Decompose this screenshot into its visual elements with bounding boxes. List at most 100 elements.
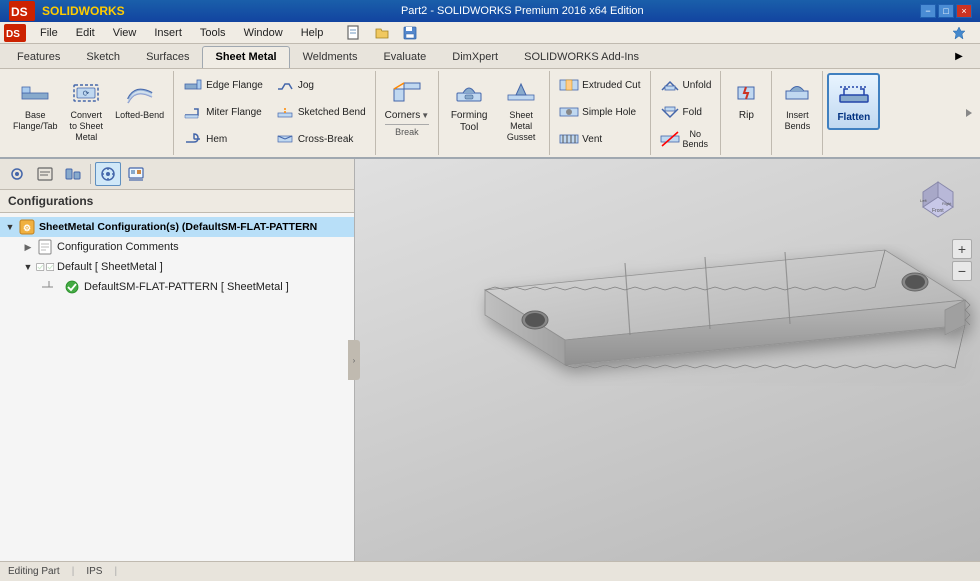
cross-break-button[interactable]: Cross-Break bbox=[270, 127, 371, 153]
menu-file[interactable]: File bbox=[32, 25, 66, 41]
panel-divider bbox=[90, 164, 91, 184]
zoom-out-button[interactable]: − bbox=[952, 261, 972, 281]
flat-pattern-item[interactable]: DefaultSM-FLAT-PATTERN [ SheetMetal ] bbox=[0, 277, 354, 297]
3d-model-view bbox=[355, 159, 980, 561]
default-config-item[interactable]: ▼ Default [ SheetMetal ] bbox=[0, 257, 354, 277]
title-bar: DS SOLIDWORKS Part2 - SOLIDWORKS Premium… bbox=[0, 0, 980, 22]
simple-hole-label: Simple Hole bbox=[582, 107, 636, 119]
sheet-metal-gusset-button[interactable]: SheetMetalGusset bbox=[497, 73, 545, 146]
ribbon-group-cuts-items: Extruded Cut Simple Hole Vent bbox=[554, 73, 645, 153]
insert-bends-button[interactable]: InsertBends bbox=[776, 73, 818, 136]
display-manager-button[interactable] bbox=[123, 162, 149, 186]
forming-tool-button[interactable]: FormingTool bbox=[443, 73, 495, 138]
open-button[interactable] bbox=[369, 21, 395, 45]
forming-tool-label: FormingTool bbox=[451, 110, 488, 134]
menu-window[interactable]: Window bbox=[236, 25, 291, 41]
flatten-icon bbox=[838, 79, 870, 111]
tab-sheetmetal[interactable]: Sheet Metal bbox=[202, 46, 289, 68]
unfold-label: Unfold bbox=[683, 80, 712, 92]
miter-flange-button[interactable]: Miter Flange bbox=[178, 100, 268, 126]
configurations-title: Configurations bbox=[8, 194, 93, 208]
panel-collapse-handle[interactable]: › bbox=[348, 340, 360, 380]
flatten-label: Flatten bbox=[837, 112, 870, 124]
svg-text:Left: Left bbox=[920, 198, 928, 203]
zoom-in-button[interactable]: + bbox=[952, 239, 972, 259]
default-config-arrow[interactable]: ▼ bbox=[20, 262, 36, 272]
unfold-button[interactable]: Unfold bbox=[655, 73, 717, 99]
flat-pattern-label: DefaultSM-FLAT-PATTERN [ SheetMetal ] bbox=[84, 281, 350, 293]
tab-dimxpert[interactable]: DimXpert bbox=[439, 46, 511, 68]
view-cube[interactable]: Front Left Right bbox=[908, 167, 968, 227]
minimize-button[interactable]: − bbox=[920, 4, 936, 18]
menu-insert[interactable]: Insert bbox=[146, 25, 190, 41]
jog-button[interactable]: Jog bbox=[270, 73, 371, 99]
menu-help[interactable]: Help bbox=[293, 25, 332, 41]
lofted-bend-label: Lofted-Bend bbox=[115, 110, 164, 121]
edge-flange-button[interactable]: Edge Flange bbox=[178, 73, 268, 99]
corners-dropdown-arrow[interactable]: ▼ bbox=[421, 111, 429, 121]
motion-manager-button[interactable] bbox=[4, 162, 30, 186]
svg-text:Front: Front bbox=[932, 208, 944, 214]
maximize-button[interactable]: □ bbox=[938, 4, 954, 18]
fold-button[interactable]: Fold bbox=[655, 100, 717, 126]
sw-logo-title: DS SOLIDWORKS bbox=[8, 0, 125, 22]
menu-bar: DS File Edit View Insert Tools Window He… bbox=[0, 22, 980, 44]
tab-features[interactable]: Features bbox=[4, 46, 73, 68]
hem-button[interactable]: Hem bbox=[178, 127, 268, 153]
tab-evaluate[interactable]: Evaluate bbox=[370, 46, 439, 68]
menu-tools[interactable]: Tools bbox=[192, 25, 234, 41]
extruded-cut-button[interactable]: Extruded Cut bbox=[554, 73, 645, 99]
save-button[interactable] bbox=[397, 21, 423, 45]
break-button[interactable]: Break bbox=[385, 124, 430, 138]
status-units: IPS bbox=[86, 566, 102, 577]
ribbon-group-main-items: BaseFlange/Tab ⟳ Convertto SheetMetal Lo… bbox=[8, 73, 169, 153]
ribbon-group-main: BaseFlange/Tab ⟳ Convertto SheetMetal Lo… bbox=[4, 71, 174, 155]
property-manager-button[interactable] bbox=[32, 162, 58, 186]
rip-button[interactable]: Rip bbox=[725, 73, 767, 126]
simple-hole-icon bbox=[559, 103, 579, 123]
jog-label: Jog bbox=[298, 80, 314, 92]
config-comments-item[interactable]: ▶ Configuration Comments bbox=[0, 237, 354, 257]
config-tree: ▼ ⚙ SheetMetal Configuration(s) (Default… bbox=[0, 213, 354, 561]
lofted-bend-button[interactable]: Lofted-Bend bbox=[110, 73, 169, 125]
ribbon-group-corners-items: Corners ▼ Break bbox=[380, 73, 435, 153]
pin-button[interactable] bbox=[946, 21, 972, 45]
sketched-bend-button[interactable]: Sketched Bend bbox=[270, 100, 371, 126]
vent-button[interactable]: Vent bbox=[554, 127, 645, 153]
config-manager-button[interactable] bbox=[60, 162, 86, 186]
root-expand-arrow[interactable]: ▼ bbox=[2, 222, 18, 232]
tab-weldments[interactable]: Weldments bbox=[290, 46, 371, 68]
cuts-col: Extruded Cut Simple Hole Vent bbox=[554, 73, 645, 153]
forming-tool-icon bbox=[453, 77, 485, 109]
title-text: Part2 - SOLIDWORKS Premium 2016 x64 Edit… bbox=[125, 5, 920, 17]
feature-manager-button[interactable] bbox=[95, 162, 121, 186]
ribbon-arrow-right[interactable]: ▶ bbox=[946, 44, 972, 68]
ribbon-group-corners: Corners ▼ Break bbox=[376, 71, 440, 155]
status-separator2: | bbox=[114, 566, 117, 577]
base-flange-button[interactable]: BaseFlange/Tab bbox=[8, 73, 63, 136]
ribbon-right-arrow[interactable] bbox=[964, 71, 976, 155]
extruded-cut-label: Extruded Cut bbox=[582, 80, 640, 92]
menu-view[interactable]: View bbox=[105, 25, 145, 41]
viewport[interactable]: Front Left Right + − bbox=[355, 159, 980, 561]
tab-surfaces[interactable]: Surfaces bbox=[133, 46, 202, 68]
corners-label: Corners bbox=[385, 110, 421, 122]
ribbon-group-rip: Rip bbox=[721, 71, 772, 155]
tab-sketch[interactable]: Sketch bbox=[73, 46, 133, 68]
corners-button[interactable]: Corners ▼ Break bbox=[380, 73, 435, 142]
tab-addins[interactable]: SOLIDWORKS Add-Ins bbox=[511, 46, 652, 68]
ribbon-group-forming-items: FormingTool SheetMetalGusset bbox=[443, 73, 545, 153]
ribbon-tabs: Features Sketch Surfaces Sheet Metal Wel… bbox=[0, 44, 980, 69]
no-bends-button[interactable]: NoBends bbox=[655, 127, 717, 153]
simple-hole-button[interactable]: Simple Hole bbox=[554, 100, 645, 126]
config-comments-arrow[interactable]: ▶ bbox=[20, 242, 36, 253]
convert-button[interactable]: ⟳ Convertto SheetMetal bbox=[65, 73, 109, 146]
close-button[interactable]: × bbox=[956, 4, 972, 18]
flatten-button[interactable]: Flatten bbox=[827, 73, 880, 130]
svg-text:⟳: ⟳ bbox=[83, 89, 90, 98]
menu-edit[interactable]: Edit bbox=[68, 25, 103, 41]
tree-root-item[interactable]: ▼ ⚙ SheetMetal Configuration(s) (Default… bbox=[0, 217, 354, 237]
new-button[interactable] bbox=[341, 21, 367, 45]
jog-icon bbox=[275, 76, 295, 96]
sketched-bend-label: Sketched Bend bbox=[298, 107, 366, 119]
